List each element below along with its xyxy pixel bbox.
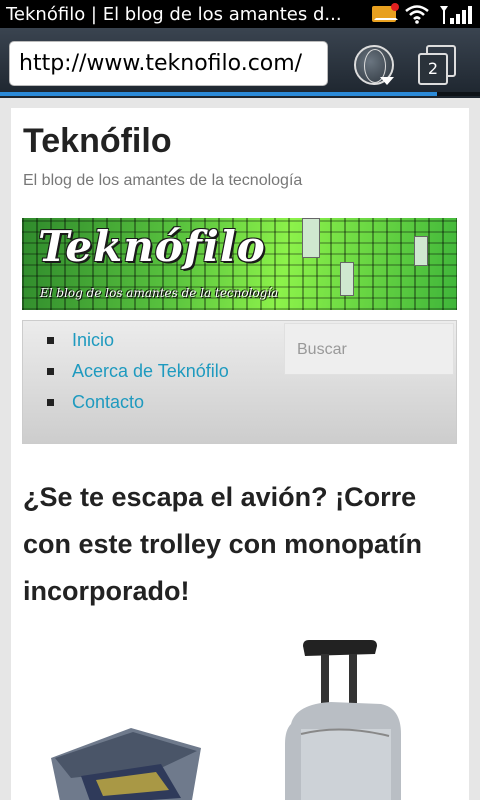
nav-list: Inicio Acerca de Teknófilo Contacto (47, 325, 229, 418)
mail-icon[interactable] (372, 3, 399, 22)
window-title: Teknófilo | El blog de los amantes d... (6, 3, 342, 25)
navigation-menu: Inicio Acerca de Teknófilo Contacto Busc… (22, 320, 457, 444)
post-title[interactable]: ¿Se te escapa el avión? ¡Corre con este … (23, 474, 453, 615)
banner-logo-text: Teknófilo (38, 222, 266, 271)
site-description: El blog de los amantes de la tecnología (23, 172, 303, 189)
status-bar: Teknófilo | El blog de los amantes d... (0, 0, 480, 28)
nav-item-contacto: Contacto (47, 387, 229, 418)
globe-menu-icon[interactable] (354, 45, 394, 85)
web-page[interactable]: Teknófilo El blog de los amantes de la t… (0, 98, 480, 800)
nav-link-inicio[interactable]: Inicio (72, 330, 114, 351)
page-load-progress (0, 92, 480, 96)
site-title[interactable]: Teknófilo (23, 122, 172, 161)
nav-link-contacto[interactable]: Contacto (72, 392, 144, 413)
bullet-icon (47, 368, 54, 375)
page-content: Teknófilo El blog de los amantes de la t… (11, 108, 469, 800)
tabs-button[interactable]: 2 (418, 45, 456, 85)
nav-item-inicio: Inicio (47, 325, 229, 356)
bullet-icon (47, 399, 54, 406)
search-input[interactable]: Buscar (284, 323, 454, 375)
banner-subtitle: El blog de los amantes de la tecnología (40, 286, 279, 300)
site-banner[interactable]: Teknófilo El blog de los amantes de la t… (22, 218, 457, 310)
signal-icon (438, 4, 474, 24)
trolley-image (285, 640, 401, 800)
url-field[interactable]: http://www.teknofilo.com/ (9, 41, 328, 86)
browser-toolbar: http://www.teknofilo.com/ 2 (0, 28, 480, 98)
post-image[interactable] (31, 628, 451, 800)
nav-item-acerca: Acerca de Teknófilo (47, 356, 229, 387)
bullet-icon (47, 337, 54, 344)
wifi-icon (404, 4, 430, 24)
progress-fill (0, 92, 437, 96)
nav-link-acerca[interactable]: Acerca de Teknófilo (72, 361, 229, 382)
notification-dot (391, 3, 399, 11)
tab-count: 2 (418, 53, 448, 85)
open-suitcase-image (51, 728, 201, 800)
status-icons (372, 3, 474, 24)
